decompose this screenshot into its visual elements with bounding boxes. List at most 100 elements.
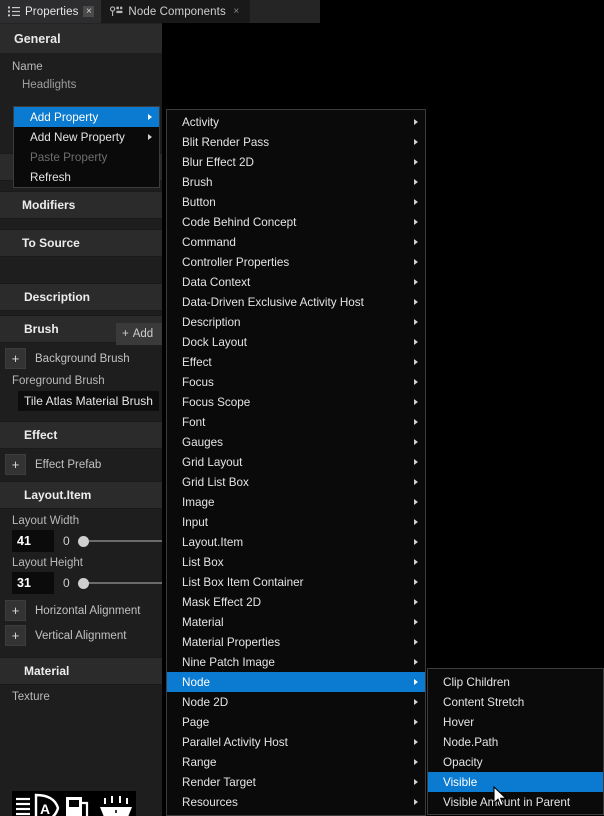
- add-property-menu-item[interactable]: Data Context: [167, 272, 425, 292]
- foreground-brush-label: Foreground Brush: [0, 375, 162, 387]
- add-property-menu-item[interactable]: Controller Properties: [167, 252, 425, 272]
- add-property-menu-item[interactable]: List Box Item Container: [167, 572, 425, 592]
- background-brush-add-button[interactable]: +: [5, 348, 26, 369]
- section-material-label: Material: [24, 664, 69, 678]
- section-effect-label: Effect: [24, 428, 57, 442]
- layout-width-slider-knob[interactable]: [78, 536, 89, 547]
- add-property-menu-item[interactable]: Image: [167, 492, 425, 512]
- add-property-menu-item[interactable]: List Box: [167, 552, 425, 572]
- effect-prefab-label: Effect Prefab: [26, 459, 101, 471]
- add-property-menu-item[interactable]: Gauges: [167, 432, 425, 452]
- add-property-menu-item[interactable]: Focus Scope: [167, 392, 425, 412]
- add-property-menu-item[interactable]: Input: [167, 512, 425, 532]
- add-property-menu-item[interactable]: Page: [167, 712, 425, 732]
- menu-item-add-new-property-label: Add New Property: [30, 131, 125, 144]
- node-menu-item[interactable]: Clip Children: [428, 672, 603, 692]
- node-menu-item[interactable]: Content Stretch: [428, 692, 603, 712]
- horizontal-alignment-add-button[interactable]: +: [5, 600, 26, 621]
- layout-width-slider[interactable]: [78, 534, 162, 548]
- submenu-arrow-icon: [414, 419, 418, 425]
- texture-label: Texture: [0, 691, 162, 703]
- node-menu-item[interactable]: Hover: [428, 712, 603, 732]
- tab-properties-label: Properties: [25, 6, 78, 18]
- node-menu-item[interactable]: Opacity: [428, 752, 603, 772]
- add-property-menu-item[interactable]: Brush: [167, 172, 425, 192]
- add-property-menu-item[interactable]: Node 2D: [167, 692, 425, 712]
- submenu-arrow-icon: [414, 179, 418, 185]
- submenu-arrow-icon: [414, 579, 418, 585]
- node-submenu[interactable]: Clip ChildrenContent StretchHoverNode.Pa…: [427, 668, 604, 815]
- menu-item-add-property[interactable]: Add Property: [14, 107, 159, 127]
- add-property-menu-item[interactable]: Material Properties: [167, 632, 425, 652]
- submenu-arrow-icon: [414, 479, 418, 485]
- node-menu-item-label: Visible Amount in Parent: [443, 796, 570, 809]
- add-property-menu-item[interactable]: Blur Effect 2D: [167, 152, 425, 172]
- add-property-menu-item[interactable]: Blit Render Pass: [167, 132, 425, 152]
- effect-prefab-add-button[interactable]: +: [5, 454, 26, 475]
- add-property-menu-item[interactable]: Effect: [167, 352, 425, 372]
- add-property-menu-item-label: Brush: [182, 176, 213, 189]
- submenu-arrow-icon: [414, 699, 418, 705]
- layout-height-slider[interactable]: [78, 576, 162, 590]
- add-property-menu-item[interactable]: Render Target: [167, 772, 425, 792]
- submenu-arrow-icon: [414, 539, 418, 545]
- node-components-icon: [110, 6, 123, 17]
- add-property-menu-item[interactable]: Command: [167, 232, 425, 252]
- section-effect[interactable]: Effect: [0, 421, 162, 449]
- menu-item-refresh[interactable]: Refresh: [14, 167, 159, 187]
- texture-thumbnail[interactable]: A: [12, 791, 136, 816]
- add-property-menu-item[interactable]: Activity: [167, 112, 425, 132]
- add-property-menu-item[interactable]: Code Behind Concept: [167, 212, 425, 232]
- node-menu-item[interactable]: Visible: [428, 772, 603, 792]
- tab-node-components[interactable]: Node Components ×: [102, 0, 249, 23]
- node-menu-item[interactable]: Visible Amount in Parent: [428, 792, 603, 812]
- section-modifiers[interactable]: Modifiers: [0, 191, 162, 219]
- add-property-menu-item[interactable]: Range: [167, 752, 425, 772]
- section-layout-item[interactable]: Layout.Item: [0, 481, 162, 509]
- section-material[interactable]: Material: [0, 657, 162, 685]
- add-property-menu-item[interactable]: Grid List Box: [167, 472, 425, 492]
- layout-height-input[interactable]: 31: [12, 572, 54, 594]
- add-property-menu-item[interactable]: Parallel Activity Host: [167, 732, 425, 752]
- add-property-menu-item[interactable]: Resources: [167, 792, 425, 812]
- context-menu[interactable]: Add Property Add New Property Paste Prop…: [13, 106, 160, 188]
- add-property-menu-item[interactable]: Node: [167, 672, 425, 692]
- svg-text:A: A: [40, 801, 50, 816]
- add-property-menu-item[interactable]: Description: [167, 312, 425, 332]
- layout-height-label: Layout Height: [0, 557, 162, 569]
- section-brush-label: Brush: [24, 322, 59, 336]
- layout-width-input[interactable]: 41: [12, 530, 54, 552]
- submenu-arrow-icon: [414, 739, 418, 745]
- tab-node-components-close-icon[interactable]: ×: [231, 6, 242, 17]
- foreground-brush-value[interactable]: Tile Atlas Material Brush: [18, 391, 159, 411]
- node-menu-item[interactable]: Node.Path: [428, 732, 603, 752]
- add-property-menu-item-label: Parallel Activity Host: [182, 736, 288, 749]
- submenu-arrow-icon: [414, 759, 418, 765]
- add-property-menu-item[interactable]: Focus: [167, 372, 425, 392]
- background-brush-row: + Background Brush: [0, 348, 162, 369]
- section-description[interactable]: Description: [0, 283, 162, 311]
- add-property-menu-item[interactable]: Material: [167, 612, 425, 632]
- tab-properties[interactable]: Properties ×: [0, 0, 102, 23]
- vertical-alignment-row: + Vertical Alignment: [0, 625, 162, 646]
- add-button[interactable]: + Add: [116, 323, 162, 345]
- add-property-menu-item[interactable]: Nine Patch Image: [167, 652, 425, 672]
- name-value[interactable]: Headlights: [0, 79, 162, 91]
- add-property-menu-item-label: Blur Effect 2D: [182, 156, 254, 169]
- name-label: Name: [0, 61, 162, 73]
- add-property-submenu[interactable]: ActivityBlit Render Pass Blur Effect 2D Br…: [166, 109, 426, 816]
- menu-item-add-new-property[interactable]: Add New Property: [14, 127, 159, 147]
- add-property-menu-item[interactable]: Data-Driven Exclusive Activity Host: [167, 292, 425, 312]
- section-to-source[interactable]: To Source: [0, 229, 162, 257]
- tab-properties-close-icon[interactable]: ×: [83, 6, 94, 17]
- layout-height-slider-knob[interactable]: [78, 578, 89, 589]
- add-property-menu-item[interactable]: Button: [167, 192, 425, 212]
- layout-width-row: 41 0: [0, 530, 162, 552]
- add-property-menu-item[interactable]: Mask Effect 2D: [167, 592, 425, 612]
- add-property-menu-item[interactable]: Layout.Item: [167, 532, 425, 552]
- add-property-menu-item[interactable]: Grid Layout: [167, 452, 425, 472]
- menu-item-paste-property-label: Paste Property: [30, 151, 107, 164]
- add-property-menu-item[interactable]: Dock Layout: [167, 332, 425, 352]
- vertical-alignment-add-button[interactable]: +: [5, 625, 26, 646]
- add-property-menu-item[interactable]: Font: [167, 412, 425, 432]
